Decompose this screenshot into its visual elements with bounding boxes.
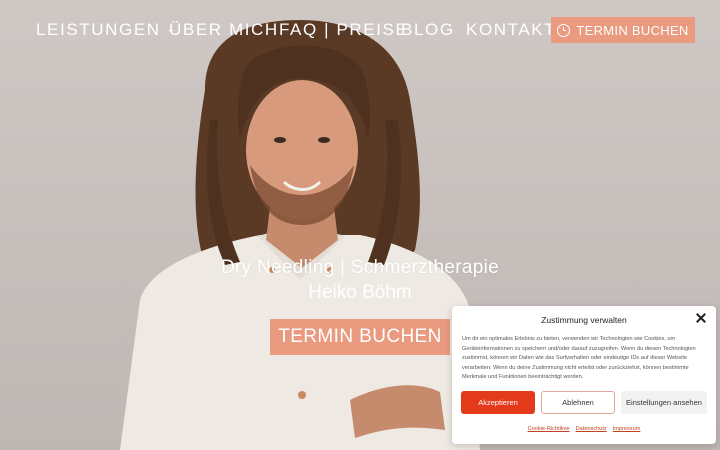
cookie-policy-link[interactable]: Cookie-Richtlinie — [528, 426, 570, 432]
clock-icon — [557, 23, 571, 37]
nav-item-kontakt[interactable]: KONTAKT — [466, 20, 556, 40]
close-icon[interactable] — [695, 312, 707, 324]
main-navigation: LEISTUNGEN ⌄ ÜBER MICH FAQ | PREISE BLOG … — [0, 16, 720, 44]
hero-book-button[interactable]: TERMIN BUCHEN — [270, 319, 450, 355]
privacy-link[interactable]: Datenschutz — [576, 426, 607, 432]
cookie-consent-dialog: Zustimmung verwalten Um dir ein optimale… — [452, 306, 716, 444]
consent-text: Um dir ein optimales Erlebnis zu bieten,… — [462, 336, 696, 381]
hero-title: Dry Needling | Schmerztherapie — [221, 257, 499, 278]
settings-button[interactable]: Einstellungen ansehen — [621, 391, 707, 414]
book-appointment-button[interactable]: TERMIN BUCHEN — [551, 17, 695, 43]
consent-links: Cookie-Richtlinie Datenschutz Impressum — [452, 426, 716, 432]
accept-button[interactable]: Akzeptieren — [461, 391, 535, 414]
nav-item-blog[interactable]: BLOG — [401, 20, 455, 40]
imprint-link[interactable]: Impressum — [613, 426, 641, 432]
nav-item-ueber-mich[interactable]: ÜBER MICH — [169, 20, 279, 40]
hero-subtitle: Heiko Böhm — [308, 282, 412, 303]
consent-title: Zustimmung verwalten — [541, 315, 627, 325]
book-appointment-label: TERMIN BUCHEN — [576, 22, 689, 38]
deny-button[interactable]: Ablehnen — [541, 391, 615, 414]
nav-item-leistungen[interactable]: LEISTUNGEN ⌄ — [36, 20, 177, 40]
nav-item-label: LEISTUNGEN — [36, 20, 161, 39]
nav-item-faq-preise[interactable]: FAQ | PREISE — [279, 20, 408, 40]
